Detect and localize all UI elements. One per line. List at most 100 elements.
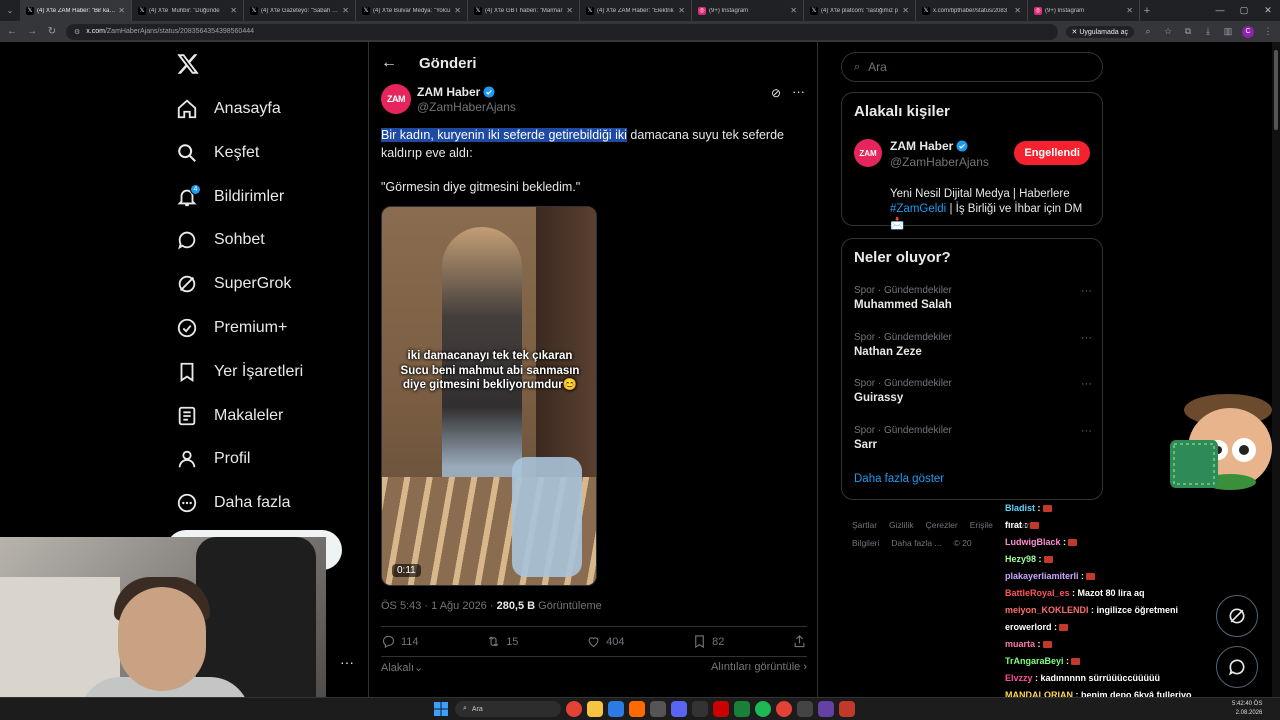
show-more-link[interactable]: Daha fazla göster	[854, 473, 944, 485]
account-more-icon[interactable]: ···	[340, 654, 354, 670]
search-input[interactable]: ⌕ Ara	[841, 52, 1103, 82]
trend-more-icon[interactable]: ···	[1081, 378, 1092, 390]
bio-hashtag-link[interactable]: #ZamGeldi	[890, 203, 946, 215]
app-icon[interactable]	[713, 701, 729, 717]
trend-item[interactable]: Spor · Gündemdekiler Guirassy ···	[854, 378, 1092, 404]
trend-item[interactable]: Spor · Gündemdekiler Sarr ···	[854, 425, 1092, 451]
back-arrow-icon[interactable]: ←	[6, 26, 18, 37]
browser-tab[interactable]: 𝕏 (4) X'te Gazeteyo: "Sabah 7.5 ✕	[244, 0, 356, 21]
browser-tab[interactable]: ◎ (9+) Instagram ✕	[1028, 0, 1140, 21]
messages-floating-button[interactable]	[1216, 646, 1258, 688]
nav-item-bell[interactable]: Bildirimler 4	[176, 182, 284, 212]
forward-arrow-icon[interactable]: →	[26, 26, 38, 37]
browser-tab[interactable]: 𝕏 (4) X'te ‪ Muhbir: "Düğünde ✕	[132, 0, 244, 21]
nav-item-home[interactable]: Anasayfa	[176, 94, 281, 124]
blocked-button[interactable]: Engellendi	[1014, 141, 1090, 165]
author-name-row[interactable]: ZAM Haber	[417, 85, 495, 99]
nav-item-grok[interactable]: SuperGrok	[176, 269, 291, 299]
spotify-icon[interactable]	[755, 701, 771, 717]
firefox-icon[interactable]	[629, 701, 645, 717]
footer-link[interactable]: Gizlilik	[889, 520, 914, 530]
like-button[interactable]: 404	[586, 634, 624, 649]
close-tab-icon[interactable]: ✕	[790, 6, 797, 15]
footer-link[interactable]: © 20	[954, 538, 972, 548]
browser-tab[interactable]: 𝕏 (4) X'te GBT haberi: "Marmar ✕	[468, 0, 580, 21]
nav-item-search[interactable]: Keşfet	[176, 138, 259, 168]
nav-item-article[interactable]: Makaleler	[176, 401, 283, 431]
edge-icon[interactable]	[608, 701, 624, 717]
close-tab-icon[interactable]: ✕	[1126, 6, 1133, 15]
browser-menu-icon[interactable]: ⋮	[1262, 26, 1274, 37]
new-tab-button[interactable]: +	[1140, 5, 1154, 17]
browser-tab[interactable]: 𝕏 (4) X'te Bulvar Medya: "Yolcu ✕	[356, 0, 468, 21]
chrome-icon[interactable]	[776, 701, 792, 717]
x-logo-icon[interactable]	[176, 52, 200, 76]
trend-item[interactable]: Spor · Gündemdekiler Muhammed Salah ···	[854, 285, 1092, 311]
nav-item-more-circle[interactable]: Daha fazla	[176, 488, 291, 518]
maximize-icon[interactable]: ▢	[1232, 0, 1256, 21]
taskbar-clock[interactable]: 5:42:40 ÖS 2.08.2026	[1232, 700, 1262, 718]
author-handle[interactable]: @ZamHaberAjans	[417, 100, 516, 114]
nav-item-chat[interactable]: Sohbet	[176, 225, 265, 255]
download-icon[interactable]: ⤓	[1202, 26, 1214, 37]
app-icon[interactable]	[818, 701, 834, 717]
reply-button[interactable]: 114	[381, 634, 419, 649]
bookmark-star-icon[interactable]: ☆	[1162, 26, 1174, 37]
close-tab-icon[interactable]: ✕	[902, 6, 909, 15]
browser-tab[interactable]: 𝕏 (4) X'te ZAM Haber: "Bir kadın ✕	[20, 0, 132, 21]
grok-icon[interactable]: ⊘	[771, 86, 781, 100]
minimize-icon[interactable]: —	[1208, 0, 1232, 21]
share-button[interactable]	[792, 634, 807, 649]
extensions-icon[interactable]: ⧉	[1182, 26, 1194, 37]
reload-icon[interactable]: ↻	[46, 26, 58, 37]
zoom-icon[interactable]: ⌕	[1142, 26, 1154, 37]
browser-tab[interactable]: 𝕏 (4) X'te ZAM Haber: "Elektrik ✕	[580, 0, 692, 21]
footer-link[interactable]: Erişile	[970, 520, 993, 530]
app-icon[interactable]	[692, 701, 708, 717]
trend-item[interactable]: Spor · Gündemdekiler Nathan Zeze ···	[854, 332, 1092, 358]
nav-item-verified-badge[interactable]: Premium+	[176, 313, 287, 343]
app-icon[interactable]	[650, 701, 666, 717]
grok-floating-button[interactable]	[1216, 595, 1258, 637]
close-tab-icon[interactable]: ✕	[678, 6, 685, 15]
repost-button[interactable]: 15	[486, 634, 518, 649]
browser-tab[interactable]: 𝕏 (4) X'te platcom: "lastiğimiz p ✕	[804, 0, 916, 21]
taskbar-search[interactable]: ⌕ Ara	[455, 701, 561, 717]
site-info-icon[interactable]: ⚙	[74, 28, 80, 36]
post-video[interactable]: iki damacanayı tek tek çıkaran Sucu beni…	[381, 206, 597, 586]
page-scrollbar[interactable]	[1272, 42, 1280, 702]
app-icon[interactable]	[797, 701, 813, 717]
related-person-avatar[interactable]: ZAM	[854, 139, 882, 167]
discord-icon[interactable]	[671, 701, 687, 717]
close-tab-icon[interactable]: ✕	[454, 6, 461, 15]
nav-item-profile[interactable]: Profil	[176, 444, 250, 474]
trend-more-icon[interactable]: ···	[1081, 285, 1092, 297]
author-avatar[interactable]: ZAM	[381, 84, 411, 114]
close-tab-icon[interactable]: ✕	[1014, 6, 1021, 15]
close-tab-icon[interactable]: ✕	[342, 6, 349, 15]
scrollbar-thumb[interactable]	[1274, 50, 1278, 130]
post-timestamp[interactable]: ÖS 5:43 · 1 Ağu 2026 ·	[381, 600, 497, 612]
tab-search-chevron-icon[interactable]: ⌄	[0, 6, 20, 15]
related-sort-dropdown[interactable]: Alakalı⌄	[381, 661, 423, 674]
related-person-handle[interactable]: @ZamHaberAjans	[890, 155, 989, 169]
file-explorer-icon[interactable]	[587, 701, 603, 717]
chrome-icon[interactable]	[566, 701, 582, 717]
profile-avatar[interactable]: C	[1242, 25, 1254, 38]
nav-item-bookmark[interactable]: Yer İşaretleri	[176, 357, 303, 387]
app-icon[interactable]	[839, 701, 855, 717]
app-icon[interactable]	[734, 701, 750, 717]
trend-more-icon[interactable]: ···	[1081, 332, 1092, 344]
close-window-icon[interactable]: ✕	[1256, 0, 1280, 21]
more-options-icon[interactable]: ···	[792, 84, 805, 99]
windows-start-icon[interactable]	[434, 702, 448, 716]
related-person-name-row[interactable]: ZAM Haber	[890, 139, 968, 153]
close-tab-icon[interactable]: ✕	[230, 6, 237, 15]
address-bar[interactable]: ⚙ x.com/ZamHaberAjans/status/20835643543…	[66, 23, 1058, 40]
sidebar-icon[interactable]: ▥	[1222, 26, 1234, 37]
back-arrow-icon[interactable]: ←	[381, 54, 397, 72]
footer-link[interactable]: Şartlar	[852, 520, 877, 530]
view-quotes-link[interactable]: Alıntıları görüntüle ›	[711, 661, 807, 674]
open-in-app-button[interactable]: ✕ Uygulamada aç	[1065, 25, 1134, 38]
footer-link[interactable]: Çerezler	[926, 520, 958, 530]
